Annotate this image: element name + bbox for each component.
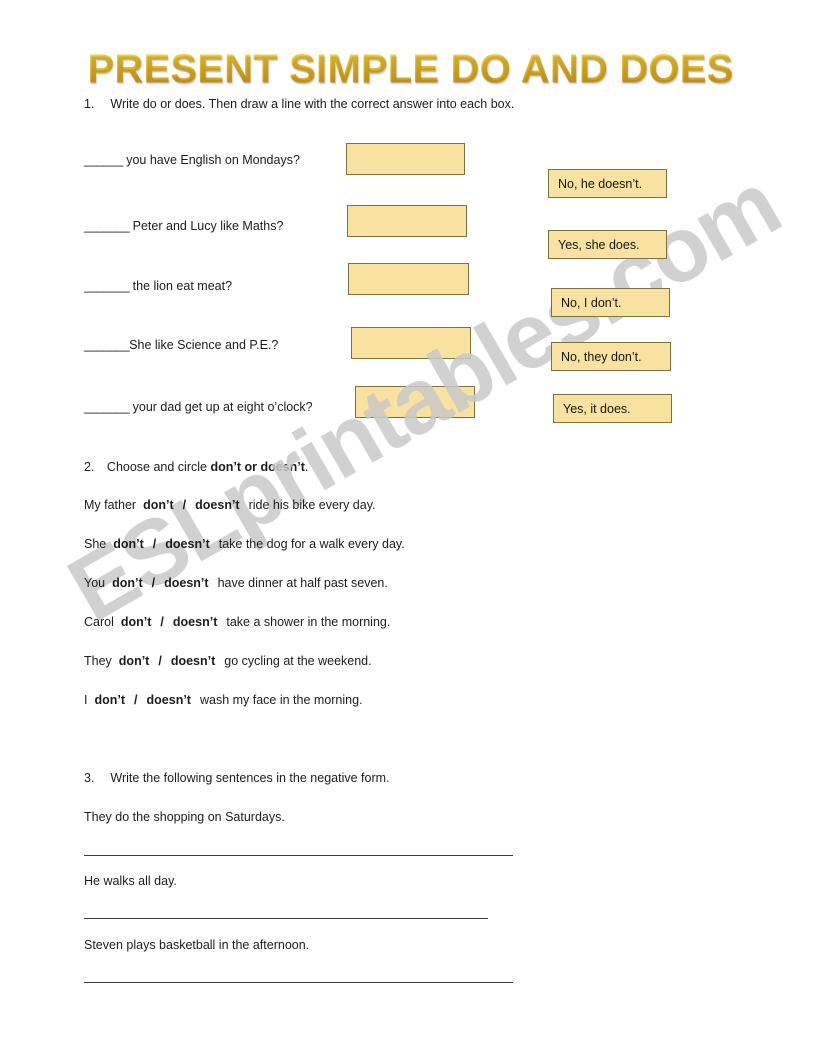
exercise2-instruction-end: . (304, 460, 309, 474)
exercise3-instruction-text: Write the following sentences in the neg… (110, 771, 390, 785)
row-subject-6: I (84, 693, 88, 707)
exercise1-question-1: ______ you have English on Mondays? (84, 152, 300, 168)
answer-card-2[interactable]: Yes, she does. (548, 230, 667, 259)
exercise3-answer-line-2[interactable] (84, 918, 488, 919)
answer-card-label-3: No, I don’t. (561, 295, 622, 310)
row-rest-5: go cycling at the weekend. (224, 654, 372, 668)
answer-drop-box-2[interactable] (347, 205, 467, 237)
exercise1-question-3: _______ the lion eat meat? (84, 278, 232, 294)
exercise1-instruction-text: Write do or does. Then draw a line with … (110, 97, 515, 111)
exercise2-row-3: You don’t / doesn’t have dinner at half past… (84, 575, 388, 591)
worksheet-page: PRESENT SIMPLE DO AND DOES PRESENT SIMPL… (0, 0, 821, 1062)
exercise2-row-4: Carol don’t / doesn’t take a shower in the m… (84, 614, 390, 630)
row-subject-3: You (84, 576, 106, 590)
blank-line-1[interactable]: ______ (84, 153, 123, 167)
row-rest-4: take a shower in the morning. (226, 615, 391, 629)
row-rest-3: have dinner at half past seven. (217, 576, 388, 590)
answer-card-5[interactable]: Yes, it does. (553, 394, 672, 423)
row-separator-2: / (152, 537, 157, 551)
exercise2-row-1: My father don’t / doesn’t ride his bike ever… (84, 497, 376, 513)
row-option-doesnt-4[interactable]: doesn’t (173, 615, 217, 629)
blank-line-2[interactable]: _______ (84, 219, 130, 233)
row-option-dont-2[interactable]: don’t (113, 537, 144, 551)
row-separator-1: / (182, 498, 187, 512)
exercise2-option1-label: don’t (210, 460, 241, 474)
exercise3-sentence-1: They do the shopping on Saturdays. (84, 810, 285, 824)
row-option-dont-5[interactable]: don’t (119, 654, 150, 668)
exercise2-number: 2. (84, 460, 95, 474)
answer-drop-box-1[interactable] (346, 143, 465, 175)
answer-drop-box-3[interactable] (348, 263, 469, 295)
exercise1-instruction: 1. Write do or does. Then draw a line wi… (84, 96, 514, 112)
row-subject-1: My father (84, 498, 137, 512)
question-text-2: Peter and Lucy like Maths? (129, 219, 284, 233)
row-separator-4: / (160, 615, 164, 629)
row-rest-2: take the dog for a walk every day. (218, 537, 405, 551)
question-text-5: your dad get up at eight o’clock? (129, 400, 313, 414)
exercise1-question-2: _______ Peter and Lucy like Maths? (84, 218, 283, 234)
answer-card-label-2: Yes, she does. (558, 237, 640, 252)
row-option-dont-3[interactable]: don’t (112, 576, 143, 590)
exercise1-number: 1. (84, 97, 95, 111)
exercise2-row-6: Idon’t / doesn’t wash my face in the mornin… (84, 692, 363, 708)
exercise3-sentence-3: Steven plays basketball in the afternoon… (84, 938, 310, 952)
exercise3-number: 3. (84, 771, 95, 785)
row-option-doesnt-5[interactable]: doesn’t (171, 654, 215, 668)
answer-card-3[interactable]: No, I don’t. (551, 288, 670, 317)
question-text-1: you have English on Mondays? (122, 153, 300, 167)
answer-card-label-1: No, he doesn’t. (558, 176, 643, 191)
exercise3-instruction: 3. Write the following sentences in the … (84, 770, 390, 786)
row-rest-1: ride his bike every day. (248, 498, 376, 512)
row-option-doesnt-1[interactable]: doesn’t (195, 498, 239, 512)
row-option-dont-1[interactable]: don’t (143, 498, 174, 512)
exercise2-option2-label: doesn’t (260, 460, 305, 474)
page-title: PRESENT SIMPLE DO AND DOES (0, 46, 821, 92)
row-subject-2: She (84, 537, 107, 551)
blank-line-3[interactable]: _______ (84, 279, 130, 293)
blank-line-4[interactable]: _______ (84, 338, 130, 352)
exercise1-question-4: _______She like Science and P.E.? (84, 337, 278, 353)
row-option-doesnt-3[interactable]: doesn’t (164, 576, 208, 590)
row-rest-6: wash my face in the morning. (199, 693, 363, 707)
exercise2-row-5: They don’t / doesn’t go cycling at the weeke… (84, 653, 372, 669)
row-separator-6: / (134, 693, 138, 707)
answer-drop-box-4[interactable] (351, 327, 471, 359)
answer-card-1[interactable]: No, he doesn’t. (548, 169, 667, 198)
exercise2-or-label: or (241, 460, 261, 474)
row-option-dont-6[interactable]: don’t (94, 693, 125, 707)
exercise1-question-5: _______ your dad get up at eight o’clock… (84, 399, 313, 415)
row-option-doesnt-2[interactable]: doesn’t (165, 537, 209, 551)
answer-card-label-4: No, they don’t. (561, 349, 642, 364)
answer-card-label-5: Yes, it does. (563, 401, 631, 416)
exercise2-instruction-text: Choose and circle (106, 460, 211, 474)
exercise2-instruction: 2. Choose and circle don’t or doesn’t. (84, 459, 308, 475)
row-option-dont-4[interactable]: don’t (121, 615, 152, 629)
exercise2-row-2: She don’t / doesn’t take the dog for a walk … (84, 536, 405, 552)
question-text-4: She like Science and P.E.? (129, 338, 279, 352)
row-subject-5: They (84, 654, 112, 668)
question-text-3: the lion eat meat? (129, 279, 233, 293)
row-option-doesnt-6[interactable]: doesn’t (147, 693, 191, 707)
exercise3-answer-line-3[interactable] (84, 982, 513, 983)
row-separator-3: / (151, 576, 156, 590)
exercise3-sentence-2: He walks all day. (84, 874, 177, 888)
exercise3-answer-line-1[interactable] (84, 855, 513, 856)
answer-card-4[interactable]: No, they don’t. (551, 342, 671, 371)
blank-line-5[interactable]: _______ (84, 400, 130, 414)
answer-drop-box-5[interactable] (355, 386, 475, 418)
row-subject-4: Carol (84, 615, 114, 629)
row-separator-5: / (158, 654, 162, 668)
